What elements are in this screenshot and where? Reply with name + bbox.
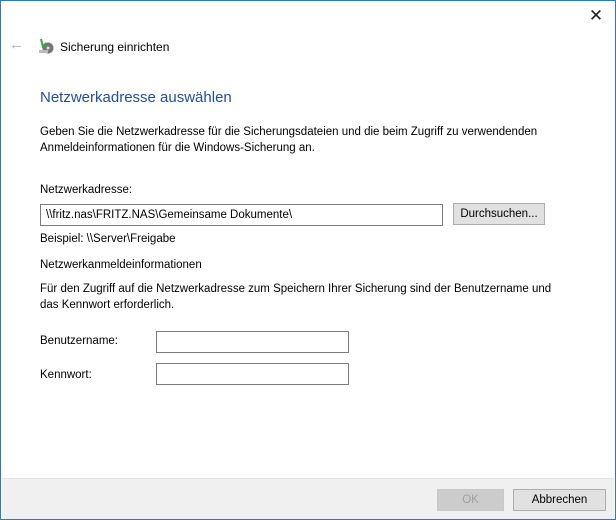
description-line-1: Geben Sie die Netzwerkadresse für die Si… — [40, 126, 538, 138]
dialog-window: ✕ ← Sicherung einrichten Netzwerkadresse… — [0, 0, 616, 520]
cancel-button[interactable]: Abbrechen — [513, 489, 606, 511]
network-address-input[interactable] — [40, 204, 443, 226]
ok-button[interactable]: OK — [437, 489, 504, 511]
browse-button[interactable]: Durchsuchen... — [453, 203, 545, 225]
credentials-text-2: das Kennwort erforderlich. — [40, 299, 175, 311]
credentials-text-1: Für den Zugriff auf die Netzwerkadresse … — [40, 283, 552, 295]
close-button[interactable]: ✕ — [579, 4, 613, 28]
credentials-heading: Netzwerkanmeldeinformationen — [40, 259, 202, 271]
address-example: Beispiel: \\Server\Freigabe — [40, 233, 176, 245]
window-title: Sicherung einrichten — [60, 40, 170, 54]
description-line-2: Anmeldeinformationen für die Windows-Sic… — [40, 142, 315, 154]
address-label: Netzwerkadresse: — [40, 184, 133, 196]
back-button[interactable]: ← — [9, 36, 24, 53]
close-icon: ✕ — [588, 6, 604, 25]
footer-bar: OK Abbrechen — [2, 478, 614, 519]
backup-icon — [39, 38, 54, 54]
password-label: Kennwort: — [40, 369, 92, 381]
back-arrow-icon: ← — [9, 36, 24, 53]
password-input[interactable] — [156, 363, 349, 385]
page-title: Netzwerkadresse auswählen — [40, 89, 232, 106]
username-label: Benutzername: — [40, 335, 118, 347]
username-input[interactable] — [156, 331, 349, 353]
